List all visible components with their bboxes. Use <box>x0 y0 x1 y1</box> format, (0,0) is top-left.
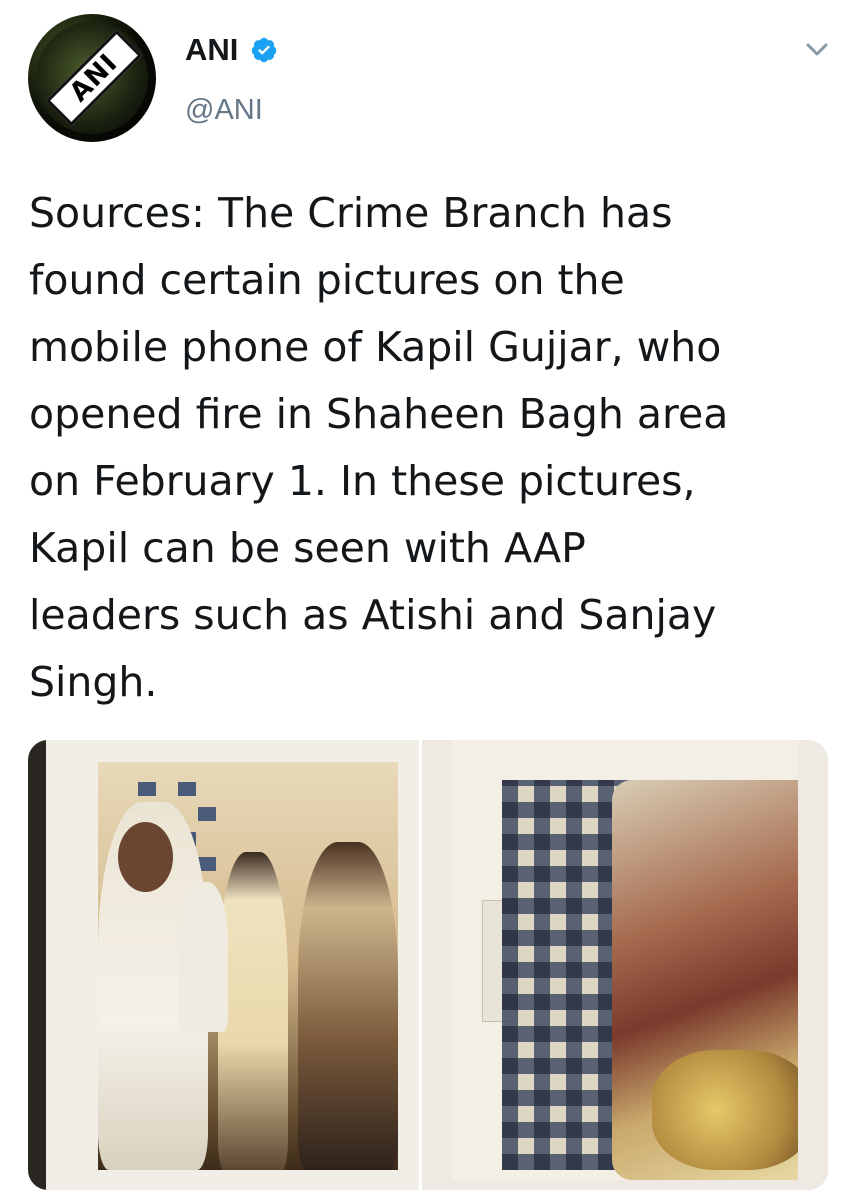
author-name-row: ANI <box>185 30 278 70</box>
chevron-down-icon[interactable] <box>802 34 832 64</box>
photo-scene <box>98 762 398 1170</box>
person-background <box>178 882 228 1032</box>
person-crowd <box>298 842 398 1170</box>
author-display-name[interactable]: ANI <box>185 32 238 68</box>
photo-scene <box>452 740 798 1180</box>
tweet-text: Sources: The Crime Branch has found cert… <box>29 189 729 706</box>
author-handle[interactable]: @ANI <box>185 94 263 127</box>
backdrop-tile <box>198 807 216 821</box>
person-head <box>118 822 173 892</box>
crowd-foreground <box>652 1050 798 1170</box>
avatar[interactable]: ANI <box>28 14 156 142</box>
tweet-media-grid <box>28 740 828 1190</box>
tweet-card: ANI ANI @ANI Sources: The Crime Branch h… <box>0 0 857 1200</box>
verified-badge-icon <box>250 36 278 64</box>
backdrop-tile <box>138 782 156 796</box>
tweet-photo-2[interactable] <box>422 740 828 1190</box>
tweet-photo-1[interactable] <box>28 740 419 1190</box>
backdrop-tile <box>178 782 196 796</box>
person-beige-shirt <box>218 852 288 1170</box>
